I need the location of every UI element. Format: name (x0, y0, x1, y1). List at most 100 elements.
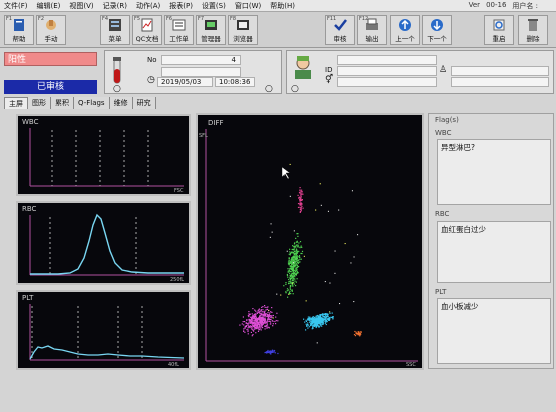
fkey-label: F11 (327, 16, 337, 22)
delete-button[interactable]: 删除 (518, 15, 548, 45)
clock-icon: ◷ (147, 75, 155, 85)
fkey-label: F4 (102, 16, 109, 22)
plt-flags-box: 血小板减少 (437, 298, 551, 364)
output-button[interactable]: F12 输出 (357, 15, 387, 45)
plt-histogram-curve (29, 345, 185, 360)
validate-button[interactable]: F11 审核 (325, 15, 355, 45)
menu-reports[interactable]: 报表(P) (169, 1, 193, 11)
menu-icon (109, 19, 121, 31)
fkey-label: F6 (166, 16, 173, 22)
previous-button[interactable]: 上一个 (390, 15, 420, 45)
patient-avatar-icon (295, 56, 311, 79)
tab-qflags[interactable]: Q-Flags (74, 97, 110, 109)
mouse-cursor-icon (281, 166, 291, 180)
tab-research[interactable]: 研究 (132, 97, 156, 109)
diff-y-axis-label: SFL (199, 133, 208, 139)
fkey-label: F8 (230, 16, 237, 22)
manager-icon (205, 20, 217, 30)
delete-icon (528, 19, 538, 31)
arrow-down-icon (431, 19, 443, 31)
help-book-icon (14, 19, 24, 31)
view-tabs: 主屏 图形 累积 Q-Flags 维修 研究 (4, 97, 156, 109)
browser-button[interactable]: F8 浏览器 (228, 15, 258, 45)
tab-maintenance[interactable]: 维修 (109, 97, 133, 109)
status-circle-icon-3: ○ (291, 84, 299, 94)
qc-document-icon (141, 18, 153, 32)
menu-button[interactable]: F4 菜单 (100, 15, 130, 45)
plt-histogram: PLT 40fL (16, 290, 191, 370)
tab-graphics[interactable]: 图形 (28, 97, 51, 109)
sample-date-field: 2019/05/03 (157, 77, 213, 87)
person-icon: ♙ (439, 65, 448, 75)
patient-extra-field-2[interactable] (451, 77, 549, 87)
menu-help[interactable]: 帮助(H) (270, 1, 295, 11)
sample-no-label: No (147, 56, 157, 64)
flags-title: Flag(s) (435, 116, 459, 124)
review-status-badge: 已审核 (4, 80, 97, 94)
arrow-up-icon (399, 19, 411, 31)
patient-id-field[interactable] (337, 66, 437, 76)
tab-main[interactable]: 主屏 (4, 97, 28, 109)
blood-tube-icon (113, 57, 121, 84)
sample-extra-field[interactable] (161, 67, 241, 77)
qc-document-button[interactable]: F5 QC文档 (132, 15, 162, 45)
diff-cluster-pink (297, 187, 304, 213)
menu-edit[interactable]: 编辑(E) (37, 1, 61, 11)
sample-no-field[interactable]: 4 (161, 55, 241, 65)
menu-window[interactable]: 窗口(W) (235, 1, 261, 11)
positive-result-flag: 阳性 (4, 52, 97, 66)
status-circle-icon: ○ (113, 84, 121, 94)
sample-info-panel: No 4 ◷ 2019/05/03 10:08:36 ○ ○ (104, 50, 282, 94)
wbc-plot-canvas: FSC (29, 128, 184, 194)
plt-axis-label: 40fL (168, 362, 179, 368)
output-button-label: 输出 (365, 35, 379, 43)
wbc-scattergram: WBC FSC (16, 114, 191, 196)
menu-action[interactable]: 动作(A) (136, 1, 160, 11)
previous-button-label: 上一个 (395, 35, 415, 43)
worklist-icon (172, 19, 186, 31)
wbc-flags-label: WBC (435, 129, 452, 137)
menu-settings[interactable]: 设置(S) (202, 1, 226, 11)
diff-cluster-magenta (239, 305, 279, 337)
menu-records[interactable]: 记录(R) (103, 1, 127, 11)
help-button[interactable]: F1 帮助 (4, 15, 34, 45)
plt-flag-item: 血小板减少 (441, 302, 479, 311)
manager-button-label: 管理器 (201, 35, 221, 43)
plt-plot-canvas: 40fL (29, 304, 185, 368)
browser-icon (237, 20, 249, 30)
diff-x-axis-label: SSC (406, 362, 416, 368)
rbc-axis-label: 250fL (170, 277, 184, 283)
patient-id-label: ID (325, 66, 333, 74)
manual-hand-icon (46, 20, 56, 30)
status-circle-icon-2: ○ (265, 84, 273, 94)
restart-button[interactable]: 重启 (484, 15, 514, 45)
fkey-label: F2 (38, 16, 45, 22)
next-button[interactable]: 下一个 (422, 15, 452, 45)
diff-plot-canvas: SFL SSC (199, 129, 418, 368)
username-label: 用户名 : (512, 1, 538, 10)
manual-button-label: 手动 (44, 35, 58, 43)
tab-cumulative[interactable]: 累积 (51, 97, 74, 109)
menu-view[interactable]: 视图(V) (69, 1, 93, 11)
version-number: 00-16 (486, 0, 507, 9)
menu-file[interactable]: 文件(F) (4, 1, 28, 11)
rbc-flag-item: 血红蛋白过少 (441, 225, 486, 234)
rbc-plot-canvas: 250fL (29, 213, 184, 283)
worklist-button[interactable]: F6 工作单 (164, 15, 194, 45)
patient-info-panel: ID ⚥ ♙ ○ (286, 50, 554, 94)
patient-gender-field[interactable] (337, 77, 437, 87)
fkey-label: F1 (6, 16, 13, 22)
rbc-histogram: RBC 250fL (16, 201, 191, 285)
manual-button[interactable]: F2 手动 (36, 15, 66, 45)
manager-button[interactable]: F7 管理器 (196, 15, 226, 45)
wbc-flags-box: 异型淋巴? (437, 139, 551, 205)
rbc-flags-box: 血红蛋白过少 (437, 221, 551, 283)
wbc-axis-label: FSC (174, 188, 184, 194)
patient-name-field[interactable] (337, 55, 437, 65)
diff-cluster-green (283, 233, 304, 298)
version-info: Ver 00-16 用户名 : (469, 1, 538, 11)
restart-icon (493, 19, 505, 31)
patient-extra-field-1[interactable] (451, 66, 549, 76)
help-button-label: 帮助 (12, 35, 26, 43)
menu-button-label: 菜单 (108, 35, 122, 43)
